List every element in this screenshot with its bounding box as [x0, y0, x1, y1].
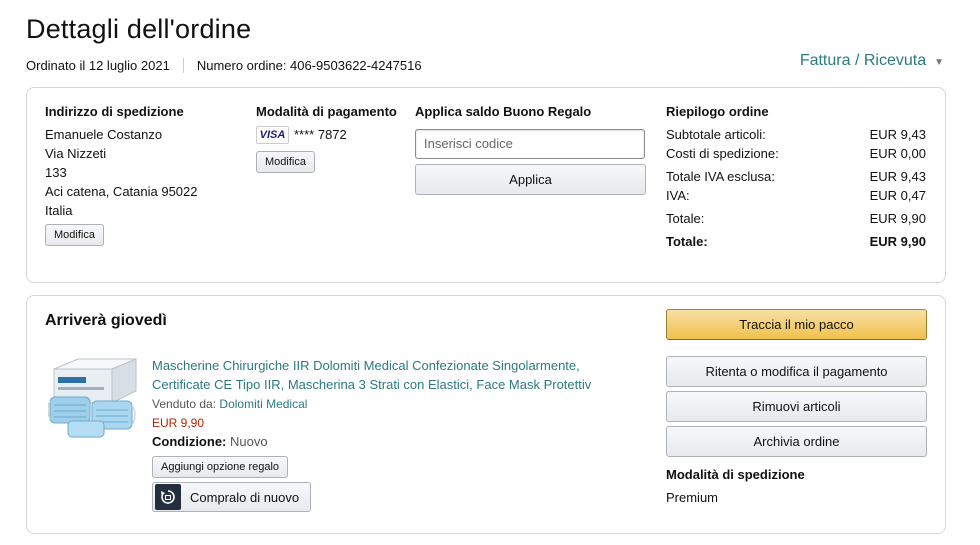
summary-value: EUR 9,90	[869, 234, 926, 249]
visa-card-icon: VISA	[256, 126, 289, 144]
summary-label: Totale:	[666, 234, 708, 249]
summary-value: EUR 9,43	[869, 127, 926, 142]
buy-again-label: Compralo di nuovo	[190, 489, 300, 505]
item-price: EUR 9,90	[152, 416, 205, 430]
buy-again-icon	[155, 484, 181, 510]
edit-address-button[interactable]: Modifica	[45, 224, 104, 246]
card-number: **** 7872	[294, 127, 347, 142]
summary-value: EUR 0,47	[869, 188, 926, 203]
summary-row: Subtotale articoli: EUR 9,43	[666, 127, 926, 142]
item-condition: Condizione: Nuovo	[152, 434, 268, 449]
address-line: Emanuele Costanzo	[45, 127, 163, 142]
chevron-down-icon: ▼	[934, 56, 944, 68]
summary-label: Subtotale articoli:	[666, 127, 766, 142]
summary-row: Costi di spedizione: EUR 0,00	[666, 146, 926, 161]
order-number: Numero ordine: 406-9503622-4247516	[196, 58, 422, 73]
order-meta: Ordinato il 12 luglio 2021 Numero ordine…	[26, 58, 422, 73]
seller-info: Venduto da: Dolomiti Medical	[152, 397, 307, 411]
summary-value: EUR 9,90	[869, 211, 926, 226]
summary-label: Costi di spedizione:	[666, 146, 779, 161]
track-package-button[interactable]: Traccia il mio pacco	[666, 309, 927, 340]
sold-by-label: Venduto da:	[152, 397, 217, 411]
order-summary-title: Riepilogo ordine	[666, 104, 769, 119]
summary-label: Totale IVA esclusa:	[666, 169, 775, 184]
add-gift-option-button[interactable]: Aggiungi opzione regalo	[152, 456, 289, 478]
summary-value: EUR 9,43	[869, 169, 926, 184]
seller-link[interactable]: Dolomiti Medical	[219, 397, 307, 411]
order-date: Ordinato il 12 luglio 2021	[26, 58, 170, 73]
address-line: Via Nizzeti	[45, 146, 107, 161]
address-line: Aci catena, Catania 95022	[45, 184, 198, 199]
summary-value: EUR 0,00	[869, 146, 926, 161]
gift-card-title: Applica saldo Buono Regalo	[415, 104, 592, 119]
apply-gift-button[interactable]: Applica	[415, 164, 646, 195]
page-title: Dettagli dell'ordine	[26, 14, 252, 44]
invoice-dropdown-link[interactable]: Fattura / Ricevuta ▼	[800, 52, 944, 70]
shipping-method-value: Premium	[666, 490, 719, 505]
summary-total-row: Totale: EUR 9,90	[666, 234, 926, 249]
delivery-status: Arriverà giovedì	[45, 312, 167, 329]
retry-payment-button[interactable]: Ritenta o modifica il pagamento	[666, 356, 927, 387]
buy-again-button[interactable]: Compralo di nuovo	[152, 482, 311, 512]
summary-label: Totale:	[666, 211, 705, 226]
summary-row: IVA: EUR 0,47	[666, 188, 926, 203]
summary-row: Totale IVA esclusa: EUR 9,43	[666, 169, 926, 184]
product-title-link[interactable]: Mascherine Chirurgiche IIR Dolomiti Medi…	[152, 356, 602, 394]
payment-method-title: Modalità di pagamento	[256, 104, 397, 119]
shipping-method-title: Modalità di spedizione	[666, 467, 805, 482]
divider	[182, 58, 184, 73]
invoice-link-label: Fattura / Ricevuta	[799, 52, 927, 69]
condition-value: Nuovo	[230, 434, 268, 449]
summary-row: Totale: EUR 9,90	[666, 211, 926, 226]
archive-order-button[interactable]: Archivia ordine	[666, 426, 927, 457]
product-image[interactable]	[48, 355, 140, 441]
shipping-address-title: Indirizzo di spedizione	[45, 104, 184, 119]
condition-label: Condizione:	[152, 434, 227, 449]
address-line: 133	[45, 165, 67, 180]
gift-code-input[interactable]: Inserisci codice	[415, 129, 645, 159]
summary-label: IVA:	[666, 188, 690, 203]
edit-payment-button[interactable]: Modifica	[256, 151, 315, 173]
address-line: Italia	[45, 203, 73, 218]
remove-items-button[interactable]: Rimuovi articoli	[666, 391, 927, 422]
